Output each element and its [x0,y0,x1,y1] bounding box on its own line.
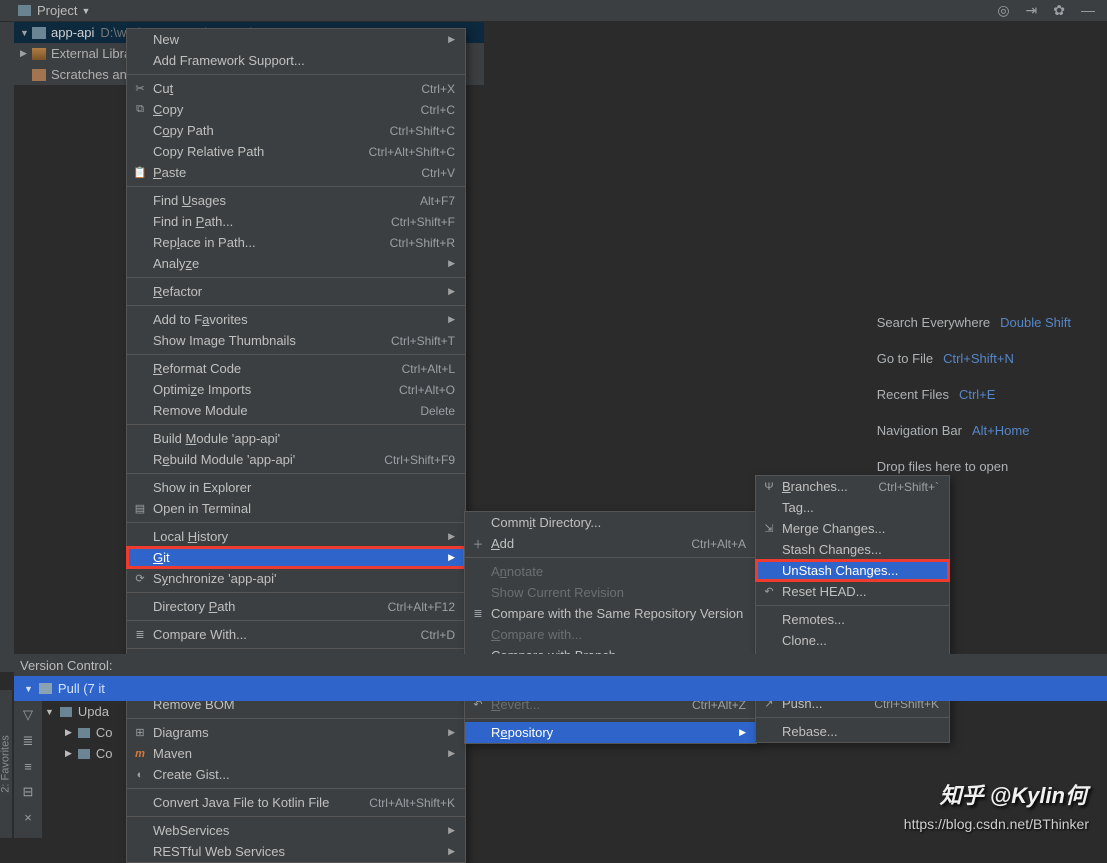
collapse-icon[interactable]: ≡ [24,759,32,774]
menu-synchronize[interactable]: ⟳Synchronize 'app-api' [127,568,465,589]
menu-dir-path[interactable]: Directory PathCtrl+Alt+F12 [127,596,465,617]
group-icon[interactable]: ⊟ [23,784,34,800]
menu-paste[interactable]: 📋PasteCtrl+V [127,162,465,183]
git-annotate: Annotate [465,561,756,582]
repo-unstash[interactable]: UnStash Changes... [756,560,949,581]
menu-remove-module[interactable]: Remove ModuleDelete [127,400,465,421]
menu-local-history[interactable]: Local History▶ [127,526,465,547]
folder-icon [39,683,52,694]
folder-icon [78,749,90,759]
menu-create-gist[interactable]: ◐Create Gist... [127,764,465,785]
repo-rebase[interactable]: Rebase... [756,721,949,742]
menu-build-module[interactable]: Build Module 'app-api' [127,428,465,449]
vc-row-c2[interactable]: ▶Co [45,743,113,764]
terminal-icon: ▤ [133,502,147,515]
menu-open-terminal[interactable]: ▤Open in Terminal [127,498,465,519]
left-side-tabs [0,22,14,672]
git-commit-dir[interactable]: Commit Directory... [465,512,756,533]
expand-icon[interactable]: ≣ [23,733,34,749]
menu-copy[interactable]: ⧉CopyCtrl+C [127,99,465,120]
cut-icon: ✂ [133,82,147,95]
repo-reset-head[interactable]: ↶Reset HEAD... [756,581,949,602]
maven-icon: m [133,748,147,760]
git-add[interactable]: ＋AddCtrl+Alt+A [465,533,756,554]
menu-cut[interactable]: ✂CutCtrl+X [127,78,465,99]
hide-icon[interactable]: — [1081,2,1095,19]
git-compare-with: Compare with... [465,624,756,645]
module-icon [32,27,46,39]
project-icon [18,5,31,16]
watermark: 知乎 @Kylin何 [940,778,1087,810]
project-label[interactable]: Project [37,3,77,18]
menu-convert-kotlin[interactable]: Convert Java File to Kotlin FileCtrl+Alt… [127,792,465,813]
prev-icon[interactable]: × [24,810,32,825]
menu-restful[interactable]: RESTful Web Services▶ [127,841,465,862]
version-control-header: Version Control: [14,654,1107,676]
repo-merge[interactable]: ⇲Merge Changes... [756,518,949,539]
filter-icon[interactable]: ▽ [23,707,33,723]
vc-row-update[interactable]: ▼Upda [45,701,113,722]
merge-icon: ⇲ [762,522,776,535]
version-control-tabs: ▼Pull (7 it [14,676,1107,701]
diff-icon: ≣ [133,628,147,641]
watermark-url: https://blog.csdn.net/BThinker [904,816,1089,832]
add-icon: ＋ [471,536,485,552]
menu-add-framework[interactable]: Add Framework Support... [127,50,465,71]
repo-clone[interactable]: Clone... [756,630,949,651]
menu-reformat[interactable]: Reformat CodeCtrl+Alt+L [127,358,465,379]
project-toolbar: Project ▼ ◎ ⇥ ✿ — [0,0,1107,22]
chevron-down-icon[interactable]: ▼ [81,6,90,16]
folder-icon [60,707,72,717]
vc-tab-pull[interactable]: ▼Pull (7 it [14,681,115,696]
context-menu-git: Commit Directory... ＋AddCtrl+Alt+A Annot… [464,511,757,744]
diagram-icon: ⊞ [133,726,147,739]
repo-branches[interactable]: ΨBranches...Ctrl+Shift+` [756,476,949,497]
git-compare-same[interactable]: ≣Compare with the Same Repository Versio… [465,603,756,624]
collapse-icon[interactable]: ⇥ [1026,2,1038,19]
git-show-cur-rev: Show Current Revision [465,582,756,603]
folder-icon [78,728,90,738]
libs-icon [32,48,46,60]
context-menu-main: New▶ Add Framework Support... ✂CutCtrl+X… [126,28,466,863]
menu-copy-rel-path[interactable]: Copy Relative PathCtrl+Alt+Shift+C [127,141,465,162]
git-repository[interactable]: Repository▶ [465,722,756,743]
context-menu-repository: ΨBranches...Ctrl+Shift+` Tag... ⇲Merge C… [755,475,950,743]
vc-tree: ▼Upda ▶Co ▶Co [45,701,113,764]
vc-row-c1[interactable]: ▶Co [45,722,113,743]
menu-refactor[interactable]: Refactor▶ [127,281,465,302]
repo-stash[interactable]: Stash Changes... [756,539,949,560]
branch-icon: Ψ [762,481,776,493]
menu-maven[interactable]: mMaven▶ [127,743,465,764]
vc-toolbar: ▽ ≣ ≡ ⊟ × [14,701,42,838]
menu-find-in-path[interactable]: Find in Path...Ctrl+Shift+F [127,211,465,232]
menu-optimize-imports[interactable]: Optimize ImportsCtrl+Alt+O [127,379,465,400]
github-icon: ◐ [133,769,147,781]
menu-analyze[interactable]: Analyze▶ [127,253,465,274]
gear-icon[interactable]: ✿ [1053,2,1065,19]
reset-icon: ↶ [762,585,776,598]
paste-icon: 📋 [133,166,147,179]
menu-add-favorites[interactable]: Add to Favorites▶ [127,309,465,330]
menu-replace-in-path[interactable]: Replace in Path...Ctrl+Shift+R [127,232,465,253]
menu-copy-path[interactable]: Copy PathCtrl+Shift+C [127,120,465,141]
favorites-tab[interactable]: 2: Favorites [0,690,12,838]
target-icon[interactable]: ◎ [997,2,1009,19]
menu-find-usages[interactable]: Find UsagesAlt+F7 [127,190,465,211]
welcome-tips: Search EverywhereDouble Shift Go to File… [877,305,1071,485]
copy-icon: ⧉ [133,103,147,116]
diff-icon: ≣ [471,607,485,620]
sync-icon: ⟳ [133,572,147,585]
menu-compare-with[interactable]: ≣Compare With...Ctrl+D [127,624,465,645]
menu-rebuild-module[interactable]: Rebuild Module 'app-api'Ctrl+Shift+F9 [127,449,465,470]
menu-show-explorer[interactable]: Show in Explorer [127,477,465,498]
menu-new[interactable]: New▶ [127,29,465,50]
repo-tag[interactable]: Tag... [756,497,949,518]
scratches-icon [32,69,46,81]
menu-diagrams[interactable]: ⊞Diagrams▶ [127,722,465,743]
repo-remotes[interactable]: Remotes... [756,609,949,630]
menu-show-thumbnails[interactable]: Show Image ThumbnailsCtrl+Shift+T [127,330,465,351]
menu-git[interactable]: Git▶ [127,547,465,568]
